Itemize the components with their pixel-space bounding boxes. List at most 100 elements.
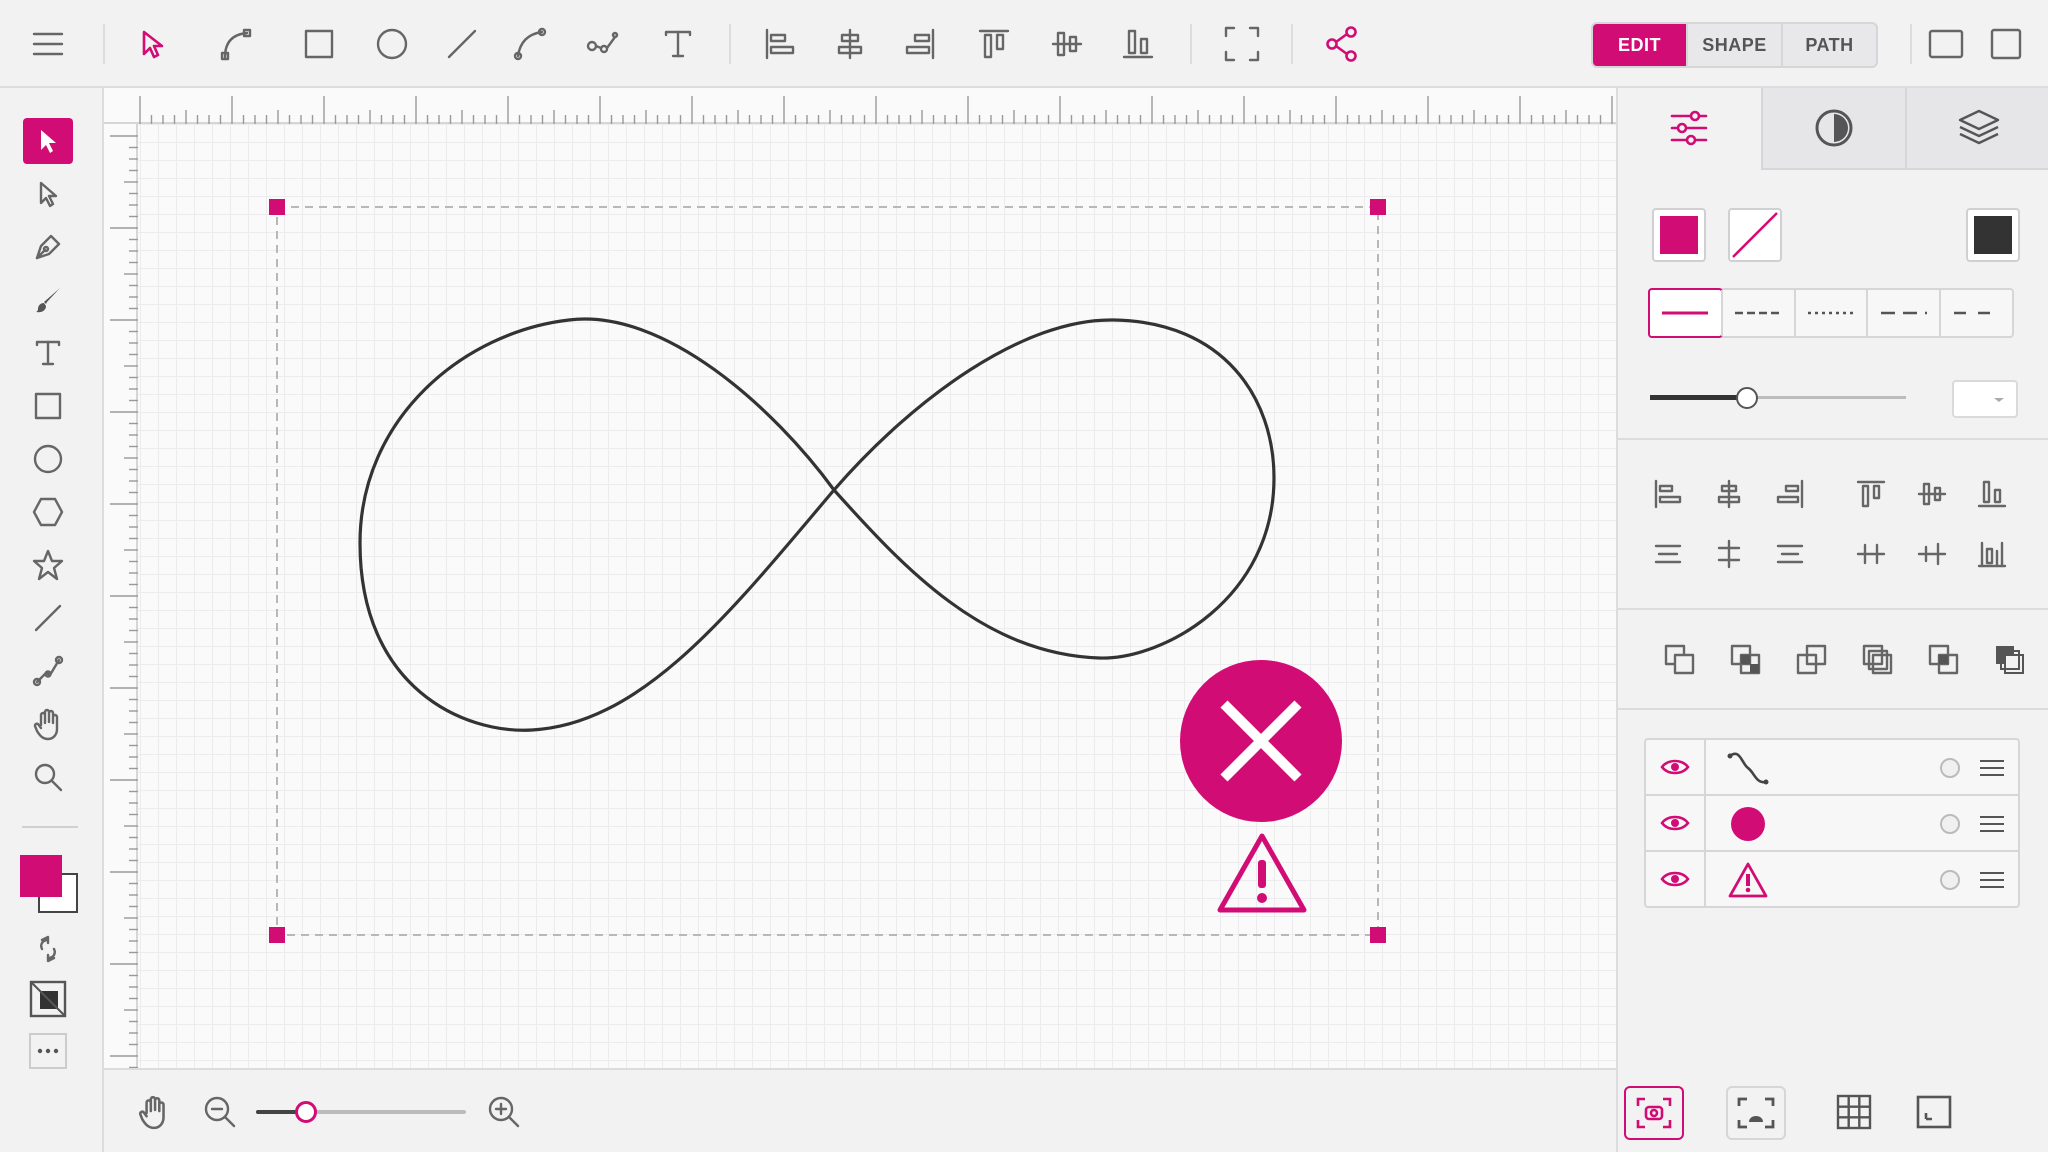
align-bottom-icon[interactable] — [1970, 472, 2014, 516]
zoom-slider-knob[interactable] — [295, 1101, 318, 1123]
stroke-none-swatch[interactable] — [1728, 208, 1782, 262]
zoom-slider[interactable] — [256, 1101, 466, 1123]
delete-badge[interactable] — [1180, 660, 1342, 822]
dash-dotted-option[interactable] — [1793, 290, 1867, 336]
zoom-out-icon[interactable] — [194, 1086, 246, 1138]
distribute-left-icon[interactable] — [1849, 532, 1893, 576]
star-tool[interactable] — [23, 542, 73, 588]
layer-menu-icon[interactable] — [1974, 750, 2010, 786]
dash-dashed-option[interactable] — [1720, 290, 1794, 336]
brush-tool[interactable] — [23, 277, 73, 323]
corner-icon[interactable] — [1908, 1086, 1960, 1138]
line-icon[interactable] — [440, 22, 484, 66]
distribute-center-icon[interactable] — [1707, 532, 1751, 576]
eye-icon[interactable] — [1646, 796, 1706, 850]
resize-handle-bottom-right[interactable] — [1370, 927, 1386, 943]
fill-swatch[interactable] — [1652, 208, 1706, 262]
bezier-icon[interactable] — [508, 22, 552, 66]
layer-menu-icon[interactable] — [1974, 862, 2010, 898]
window-single-icon[interactable] — [1924, 22, 1968, 66]
shadow-color-swatch[interactable] — [1966, 208, 2020, 262]
layer-menu-icon[interactable] — [1974, 806, 2010, 842]
intersect-icon[interactable] — [1922, 638, 1966, 682]
tab-layers[interactable] — [1905, 88, 2048, 170]
layer-lock-toggle[interactable] — [1940, 814, 1960, 834]
align-bottom-icon[interactable] — [1116, 22, 1160, 66]
share-icon[interactable] — [1320, 22, 1364, 66]
align-top-icon[interactable] — [1849, 472, 1893, 516]
align-middle-icon[interactable] — [1045, 22, 1089, 66]
distribute-right-icon[interactable] — [1970, 532, 2014, 576]
tab-properties[interactable] — [1618, 88, 1761, 170]
align-left-icon[interactable] — [1646, 472, 1690, 516]
zoom-tool[interactable] — [23, 754, 73, 800]
send-back-icon[interactable] — [1724, 638, 1768, 682]
window-split-icon[interactable] — [1984, 22, 2028, 66]
align-center-icon[interactable] — [828, 22, 872, 66]
align-top-icon[interactable] — [972, 22, 1016, 66]
distribute-bottom-icon[interactable] — [1768, 532, 1812, 576]
tab-appearance[interactable] — [1760, 88, 1906, 170]
ellipse-tool[interactable] — [23, 436, 73, 482]
align-left-icon[interactable] — [758, 22, 802, 66]
line-tool[interactable] — [23, 595, 73, 641]
node-path-icon[interactable] — [580, 22, 624, 66]
direct-select-tool[interactable] — [23, 171, 73, 217]
layer-row-warning[interactable] — [1646, 852, 2018, 906]
bring-front-icon[interactable] — [1658, 638, 1702, 682]
rectangle-tool[interactable] — [23, 383, 73, 429]
fill-color-swatch[interactable] — [20, 855, 62, 897]
polygon-tool[interactable] — [23, 489, 73, 535]
menu-icon[interactable] — [26, 22, 70, 66]
layer-row-curve[interactable] — [1646, 740, 2018, 796]
fit-frame-icon[interactable] — [1220, 22, 1264, 66]
layer-row-circle[interactable] — [1646, 796, 2018, 852]
text-tool[interactable] — [23, 330, 73, 376]
dash-long-option[interactable] — [1866, 290, 1939, 336]
screenshot-button[interactable] — [1624, 1086, 1684, 1140]
rectangle-icon[interactable] — [297, 22, 341, 66]
dash-wide-option[interactable] — [1939, 290, 2012, 336]
resize-handle-bottom-left[interactable] — [269, 927, 285, 943]
swap-colors-icon[interactable] — [23, 926, 73, 972]
eye-icon[interactable] — [1646, 740, 1706, 794]
align-right-icon[interactable] — [898, 22, 942, 66]
subtract-icon[interactable] — [1856, 638, 1900, 682]
align-middle-icon[interactable] — [1910, 472, 1954, 516]
more-tools-icon[interactable] — [23, 1028, 73, 1074]
layer-lock-toggle[interactable] — [1940, 758, 1960, 778]
resize-handle-top-right[interactable] — [1370, 199, 1386, 215]
mode-edit-button[interactable]: EDIT — [1593, 24, 1688, 66]
hand-icon[interactable] — [128, 1086, 180, 1138]
align-center-icon[interactable] — [1707, 472, 1751, 516]
distribute-middle-icon[interactable] — [1910, 532, 1954, 576]
fill-stroke-swatches[interactable] — [20, 855, 82, 917]
hand-tool[interactable] — [23, 701, 73, 747]
exclude-icon[interactable] — [1988, 638, 2032, 682]
default-colors-icon[interactable] — [23, 976, 73, 1022]
select-tool[interactable] — [23, 118, 73, 164]
zoom-in-icon[interactable] — [478, 1086, 530, 1138]
stroke-width-dropdown[interactable] — [1952, 380, 2018, 418]
align-right-icon[interactable] — [1768, 472, 1812, 516]
layer-lock-toggle[interactable] — [1940, 870, 1960, 890]
mode-path-button[interactable]: PATH — [1783, 24, 1876, 66]
infinity-curve[interactable] — [358, 317, 1276, 732]
stroke-width-slider[interactable] — [1650, 383, 1906, 413]
focus-frame-button[interactable] — [1726, 1086, 1786, 1140]
resize-handle-top-left[interactable] — [269, 199, 285, 215]
distribute-top-icon[interactable] — [1646, 532, 1690, 576]
dash-solid-option[interactable] — [1648, 288, 1723, 338]
path-tool[interactable] — [23, 648, 73, 694]
eye-icon[interactable] — [1646, 852, 1706, 906]
text-icon[interactable] — [656, 22, 700, 66]
grid-icon[interactable] — [1828, 1086, 1880, 1138]
toolbox-divider — [22, 826, 78, 828]
ellipse-icon[interactable] — [370, 22, 414, 66]
select-arrow-icon[interactable] — [130, 22, 174, 66]
node-edit-icon[interactable] — [214, 22, 258, 66]
drawing-canvas[interactable] — [104, 88, 1616, 1068]
union-icon[interactable] — [1790, 638, 1834, 682]
pen-tool[interactable] — [23, 224, 73, 270]
mode-shape-button[interactable]: SHAPE — [1688, 24, 1783, 66]
